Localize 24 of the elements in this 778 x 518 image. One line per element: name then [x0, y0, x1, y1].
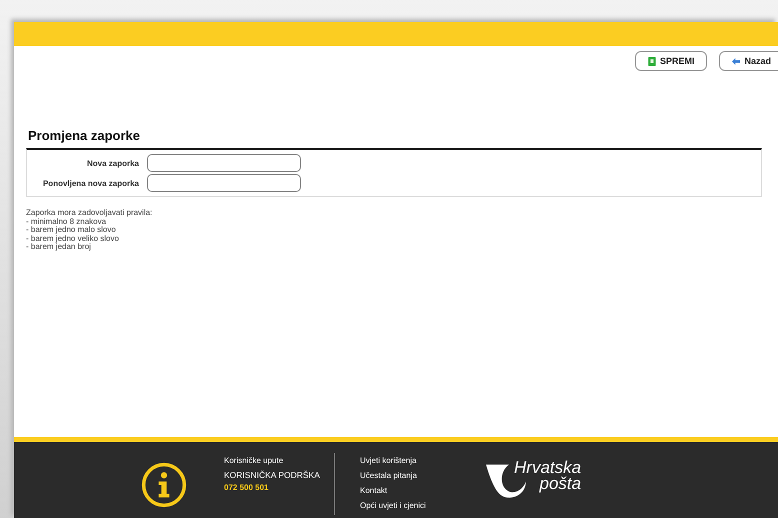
logo-text: Hrvatska: [514, 460, 582, 476]
rule-text: - barem jedno malo slovo: [26, 226, 117, 234]
form-title: Promjena zaporke: [27, 128, 141, 145]
logo-text: pošta: [538, 476, 582, 492]
save-icon: [648, 56, 656, 66]
support-phone: 072 500 501: [224, 483, 270, 492]
footer-link[interactable]: Kontakt: [360, 484, 456, 497]
field-label: Nova zaporka: [86, 158, 140, 168]
back-arrow-icon: [732, 56, 740, 66]
password-field[interactable]: [147, 174, 301, 192]
password-field[interactable]: [147, 154, 301, 172]
support-label: KORISNIČKA PODRŠKA: [224, 470, 321, 480]
footer-link[interactable]: Učestala pitanja: [360, 469, 456, 482]
info-icon: [141, 462, 187, 508]
rule-text: Zaporka mora zadovoljavati pravila:: [26, 209, 154, 218]
back-button[interactable]: Nazad: [719, 51, 778, 71]
rule-text: - minimalno 8 znakova: [26, 218, 106, 226]
field-label: Ponovljena nova zaporka: [42, 178, 140, 188]
footer-link[interactable]: Opći uvjeti i cjenici: [360, 499, 456, 512]
rule-text: - barem jedan broj: [26, 243, 92, 252]
rule-text: - barem jedno veliko slovo: [26, 234, 120, 243]
save-button[interactable]: SPREMI: [634, 51, 708, 71]
help-link[interactable]: Korisničke upute: [224, 454, 334, 467]
footer-link[interactable]: Uvjeti korištenja: [360, 454, 456, 467]
